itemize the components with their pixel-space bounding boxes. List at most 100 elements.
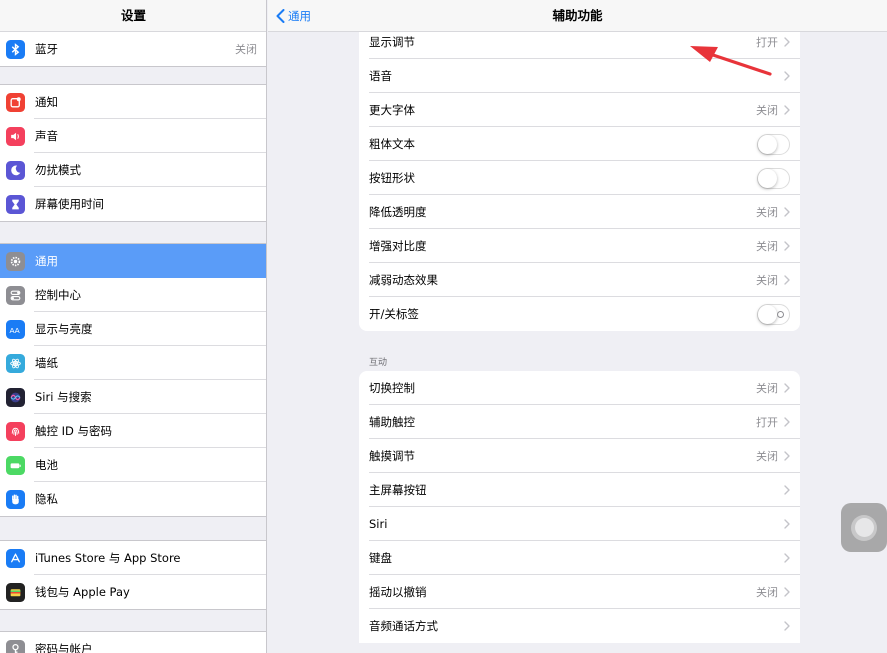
fingerprint-icon (6, 421, 25, 441)
settings-row-label: 触摸调节 (369, 449, 415, 463)
settings-row-label: 摇动以撤销 (369, 585, 427, 599)
settings-row[interactable]: 触摸调节 关闭 (359, 439, 800, 473)
settings-row-label: 更大字体 (369, 103, 415, 117)
chevron-right-icon (784, 105, 790, 115)
chevron-right-icon (784, 587, 790, 597)
settings-row[interactable]: 辅助触控 打开 (359, 405, 800, 439)
settings-row-value: 关闭 (756, 240, 778, 253)
sidebar-item[interactable]: 电池 (0, 448, 266, 482)
wallet-icon (6, 582, 25, 602)
wallpaper-icon (6, 353, 25, 373)
bluetooth-status: 关闭 (235, 43, 257, 56)
sidebar-item-label: 蓝牙 (35, 42, 58, 56)
chevron-right-icon (784, 451, 790, 461)
gear-icon (6, 251, 25, 271)
sidebar-item-label: 屏幕使用时间 (35, 197, 104, 211)
sidebar-group-notifications: 通知声音勿扰模式屏幕使用时间 (0, 84, 266, 222)
settings-row-label: 切换控制 (369, 381, 415, 395)
sidebar-item-bluetooth[interactable]: 蓝牙 关闭 (0, 32, 266, 66)
sidebar-item[interactable]: iTunes Store 与 App Store (0, 541, 266, 575)
sidebar-item-label: 声音 (35, 129, 58, 143)
sidebar-item[interactable]: 勿扰模式 (0, 153, 266, 187)
chevron-right-icon (784, 37, 790, 47)
settings-row[interactable]: 降低透明度 关闭 (359, 195, 800, 229)
settings-row[interactable]: 主屏幕按钮 (359, 473, 800, 507)
svg-text:AA: AA (10, 325, 21, 334)
settings-row-value: 关闭 (756, 586, 778, 599)
bluetooth-icon (6, 39, 25, 59)
chevron-right-icon (784, 383, 790, 393)
settings-row[interactable]: 开/关标签 (359, 297, 800, 331)
sidebar-item[interactable]: 触控 ID 与密码 (0, 414, 266, 448)
sidebar-item-label: 隐私 (35, 492, 58, 506)
sidebar-item[interactable]: 屏幕使用时间 (0, 187, 266, 221)
settings-row[interactable]: 音频通话方式 (359, 609, 800, 643)
settings-row-label: 辅助触控 (369, 415, 415, 429)
settings-row-value: 关闭 (756, 382, 778, 395)
sidebar-item-label: Siri 与搜索 (35, 390, 92, 404)
interaction-settings-card: 切换控制 关闭 辅助触控 打开 触摸调节 关闭 主屏幕按钮 Siri 键盘 摇动以撤销 关闭 音频通话… (359, 371, 800, 643)
sidebar-title: 设置 (0, 0, 266, 32)
settings-row[interactable]: Siri (359, 507, 800, 541)
chevron-right-icon (784, 621, 790, 631)
sidebar-item[interactable]: 声音 (0, 119, 266, 153)
sidebar-item-label: 钱包与 Apple Pay (35, 585, 130, 599)
settings-row-value: 关闭 (756, 104, 778, 117)
settings-row-label: 音频通话方式 (369, 619, 438, 633)
key-icon (6, 639, 25, 653)
toggle-switch[interactable] (757, 133, 790, 155)
moon-icon (6, 160, 25, 180)
settings-row-value: 关闭 (756, 206, 778, 219)
settings-row-value: 打开 (756, 416, 778, 429)
sidebar-item[interactable]: 密码与帐户 (0, 632, 266, 653)
hourglass-icon (6, 194, 25, 214)
nav-bar: 通用 辅助功能 (268, 0, 887, 32)
sidebar-item-label: 触控 ID 与密码 (35, 424, 113, 438)
toggle-switch[interactable] (757, 167, 790, 189)
sidebar-item-label: 显示与亮度 (35, 322, 93, 336)
settings-row[interactable]: 切换控制 关闭 (359, 371, 800, 405)
sidebar-item[interactable]: 通知 (0, 85, 266, 119)
sidebar-item[interactable]: Siri 与搜索 (0, 380, 266, 414)
sidebar-item-label: 控制中心 (35, 288, 81, 302)
sidebar-item-label: iTunes Store 与 App Store (35, 551, 181, 565)
chevron-right-icon (784, 275, 790, 285)
settings-row-label: Siri (369, 517, 388, 531)
settings-row[interactable]: 粗体文本 (359, 127, 800, 161)
sidebar-item[interactable]: 墙纸 (0, 346, 266, 380)
app-store-icon (6, 548, 25, 568)
settings-row-label: 开/关标签 (369, 307, 419, 321)
sidebar-item[interactable]: 通用 (0, 244, 266, 278)
sidebar-item-label: 电池 (35, 458, 58, 472)
sidebar-item-label: 勿扰模式 (35, 163, 81, 177)
settings-row[interactable]: 更大字体 关闭 (359, 93, 800, 127)
chevron-right-icon (784, 417, 790, 427)
chevron-right-icon (784, 553, 790, 563)
sidebar-group-accounts: 密码与帐户 (0, 631, 266, 653)
settings-row-label: 按钮形状 (369, 171, 415, 185)
toggle-switch[interactable] (757, 303, 790, 325)
assistive-touch-button[interactable] (841, 503, 887, 552)
chevron-right-icon (784, 519, 790, 529)
settings-row[interactable]: 键盘 (359, 541, 800, 575)
hand-icon (6, 489, 25, 509)
sidebar-item[interactable]: AA 显示与亮度 (0, 312, 266, 346)
settings-row[interactable]: 增强对比度 关闭 (359, 229, 800, 263)
accessibility-pane: 显示调节 打开 语音 更大字体 关闭 粗体文本 按钮形状 降低透明度 关闭 增强对比度 关闭 减弱动态… (268, 0, 887, 653)
sidebar-item[interactable]: 控制中心 (0, 278, 266, 312)
settings-row-label: 降低透明度 (369, 205, 427, 219)
settings-row-label: 键盘 (369, 551, 392, 565)
settings-row-value: 关闭 (756, 274, 778, 287)
settings-row-label: 主屏幕按钮 (369, 483, 427, 497)
settings-row-label: 粗体文本 (369, 137, 415, 151)
sidebar-item[interactable]: 隐私 (0, 482, 266, 516)
sounds-icon (6, 126, 25, 146)
settings-row[interactable]: 按钮形状 (359, 161, 800, 195)
sidebar-item-label: 通用 (35, 254, 58, 268)
sidebar-item[interactable]: 钱包与 Apple Pay (0, 575, 266, 609)
chevron-right-icon (784, 241, 790, 251)
settings-row-value: 关闭 (756, 450, 778, 463)
annotation-arrow (690, 46, 772, 76)
settings-row[interactable]: 减弱动态效果 关闭 (359, 263, 800, 297)
settings-row[interactable]: 摇动以撤销 关闭 (359, 575, 800, 609)
